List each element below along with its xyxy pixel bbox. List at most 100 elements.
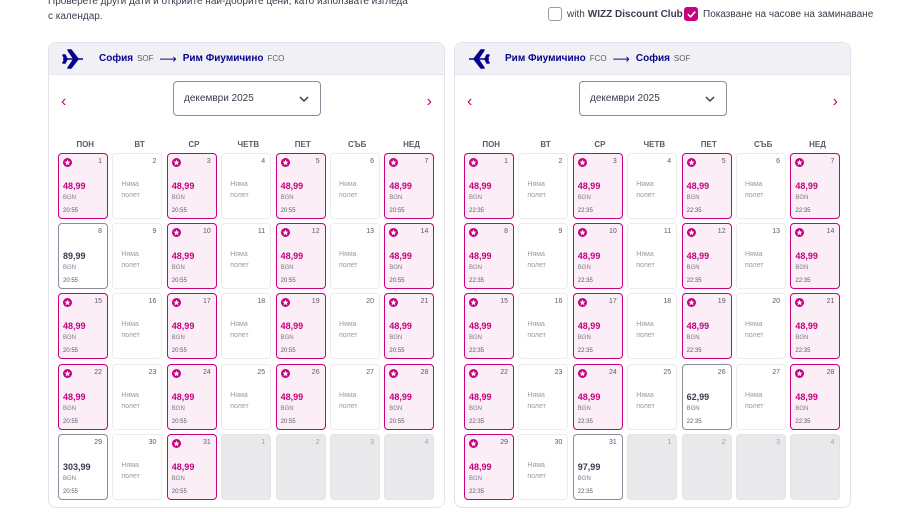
calendar-day[interactable]: 7 48,99 BGN 22:35 — [790, 153, 841, 219]
no-flight-text: Няма полет — [636, 181, 655, 199]
discount-star-icon — [280, 298, 290, 308]
calendar-day[interactable]: 8 48,99 BGN 22:35 — [464, 223, 514, 290]
calendar-day: 30 Няма полет — [112, 433, 163, 500]
day-number: 1 — [98, 158, 102, 165]
calendar-day[interactable]: 1 48,99 BGN 20:55 — [58, 153, 108, 219]
calendar-day[interactable]: 24 48,99 BGN 20:55 — [166, 363, 217, 430]
departure-time: 20:55 — [171, 208, 187, 214]
fare-price: 48,99 — [171, 321, 195, 332]
no-flight-text: Няма полет — [527, 321, 546, 340]
calendar-day[interactable]: 17 48,99 BGN 20:55 — [166, 293, 217, 360]
to-code: SOF — [673, 54, 691, 63]
calendar-day[interactable]: 3 48,99 BGN 22:35 — [572, 153, 623, 219]
from-code: FCO — [589, 54, 607, 63]
calendar-day[interactable]: 12 48,99 BGN 20:55 — [275, 223, 326, 290]
calendar-day[interactable]: 10 48,99 BGN 22:35 — [572, 223, 623, 290]
day-number: 31 — [203, 438, 211, 446]
fare-price: 48,99 — [795, 181, 818, 191]
discount-star-icon — [280, 228, 290, 238]
no-flight-text: Няма полет — [339, 251, 358, 270]
fare-currency: BGN — [795, 265, 809, 272]
discount-star-icon — [469, 228, 478, 238]
fare-price: 48,99 — [171, 461, 195, 472]
discount-star-icon — [171, 228, 181, 238]
chevron-down-icon — [299, 96, 309, 103]
calendar-day[interactable]: 28 48,99 BGN 22:35 — [790, 363, 841, 430]
calendar-day[interactable]: 5 48,99 BGN 20:55 — [275, 153, 326, 219]
day-number: 19 — [311, 298, 320, 306]
calendar-day: 13 Няма полет — [330, 223, 380, 290]
calendar-day[interactable]: 21 48,99 BGN 22:35 — [790, 293, 841, 360]
fare-currency: BGN — [63, 475, 77, 482]
calendar-day-disabled: 3 — [330, 433, 380, 500]
calendar-day[interactable]: 21 48,99 BGN 20:55 — [384, 293, 435, 360]
calendar-day[interactable]: 17 48,99 BGN 22:35 — [572, 293, 623, 360]
calendar-day[interactable]: 29 48,99 BGN 22:35 — [464, 433, 514, 500]
day-number: 29 — [94, 438, 102, 446]
prev-month-button[interactable]: ‹ — [467, 94, 472, 110]
calendar-day[interactable]: 14 48,99 BGN 22:35 — [790, 223, 841, 290]
day-number: 3 — [370, 438, 374, 446]
fare-currency: BGN — [63, 265, 77, 272]
calendar-day[interactable]: 3 48,99 BGN 20:55 — [166, 153, 217, 219]
day-number: 26 — [311, 368, 320, 376]
calendar-day[interactable]: 12 48,99 BGN 22:35 — [681, 223, 732, 290]
day-number: 4 — [830, 438, 835, 446]
calendar-day[interactable]: 22 48,99 BGN 22:35 — [464, 363, 514, 430]
fare-currency: BGN — [171, 195, 185, 201]
calendar-day[interactable]: 19 48,99 BGN 20:55 — [275, 293, 326, 360]
fare-currency: BGN — [280, 335, 294, 342]
fare-price: 48,99 — [686, 321, 710, 332]
calendar-day[interactable]: 14 48,99 BGN 20:55 — [384, 223, 435, 290]
fare-price: 48,99 — [795, 321, 818, 332]
next-month-button[interactable]: › — [427, 94, 432, 110]
fare-price: 48,99 — [469, 461, 492, 472]
calendar-day-disabled: 2 — [681, 433, 732, 500]
calendar-day[interactable]: 26 48,99 BGN 20:55 — [275, 363, 326, 430]
calendar-day-disabled: 3 — [736, 433, 786, 500]
day-number: 23 — [148, 368, 157, 376]
day-number: 31 — [609, 438, 617, 446]
departure-time: 20:55 — [389, 208, 405, 214]
discount-club-checkbox[interactable] — [548, 7, 562, 21]
month-select[interactable]: декември 2025 — [173, 81, 321, 116]
weekday-label: ПЕТ — [294, 140, 311, 149]
calendar-day[interactable]: 5 48,99 BGN 22:35 — [681, 153, 732, 219]
fare-price: 48,99 — [577, 181, 601, 191]
calendar-day[interactable]: 15 48,99 BGN 20:55 — [58, 293, 108, 360]
calendar-day[interactable]: 19 48,99 BGN 22:35 — [681, 293, 732, 360]
calendar-day[interactable]: 22 48,99 BGN 20:55 — [58, 363, 108, 430]
fare-price: 48,99 — [63, 391, 86, 402]
calendar-day[interactable]: 24 48,99 BGN 22:35 — [572, 363, 623, 430]
calendar-day-disabled: 4 — [790, 433, 841, 500]
day-number: 24 — [203, 368, 211, 376]
calendar-day[interactable]: 10 48,99 BGN 20:55 — [166, 223, 217, 290]
calendar-day[interactable]: 7 48,99 BGN 20:55 — [384, 153, 435, 219]
no-flight-text: Няма полет — [121, 251, 140, 270]
calendar-day[interactable]: 1 48,99 BGN 22:35 — [464, 153, 514, 219]
calendar-day[interactable]: 31 97,99 BGN 22:35 — [572, 433, 623, 500]
next-month-button[interactable]: › — [833, 94, 838, 110]
calendar-day[interactable]: 15 48,99 BGN 22:35 — [464, 293, 514, 360]
show-times-checkbox[interactable] — [684, 7, 698, 21]
month-select[interactable]: декември 2025 — [579, 81, 727, 116]
discount-star-icon — [389, 158, 399, 167]
calendar-day[interactable]: 8 89,99 BGN 20:55 — [58, 223, 108, 290]
weekday-header: ПОН ВТ СР ЧЕТВ ПЕТ СЪБ НЕД — [49, 131, 444, 153]
calendar-day[interactable]: 29 303,99 BGN 20:55 — [58, 433, 108, 500]
arrow-right-icon: ⟶ — [159, 51, 177, 66]
calendar-day: 16 Няма полет — [112, 293, 163, 360]
departure-time: 20:55 — [389, 418, 405, 425]
calendar-day[interactable]: 31 48,99 BGN 20:55 — [166, 433, 217, 500]
discount-club-option[interactable]: with WIZZ Discount Club — [548, 7, 683, 21]
prev-month-button[interactable]: ‹ — [61, 94, 66, 110]
calendar-day: 4 Няма полет — [221, 153, 272, 219]
day-number: 18 — [663, 298, 672, 306]
no-flight-text: Няма полет — [230, 391, 249, 410]
calendar-day[interactable]: 26 62,99 BGN 22:35 — [681, 363, 732, 430]
no-flight-text: Няма полет — [745, 391, 764, 410]
show-times-option[interactable]: Показване на часове на заминаване — [684, 7, 873, 21]
day-number: 15 — [500, 298, 508, 306]
calendar-day[interactable]: 28 48,99 BGN 20:55 — [384, 363, 435, 430]
weekday-label: СЪБ — [347, 140, 367, 149]
